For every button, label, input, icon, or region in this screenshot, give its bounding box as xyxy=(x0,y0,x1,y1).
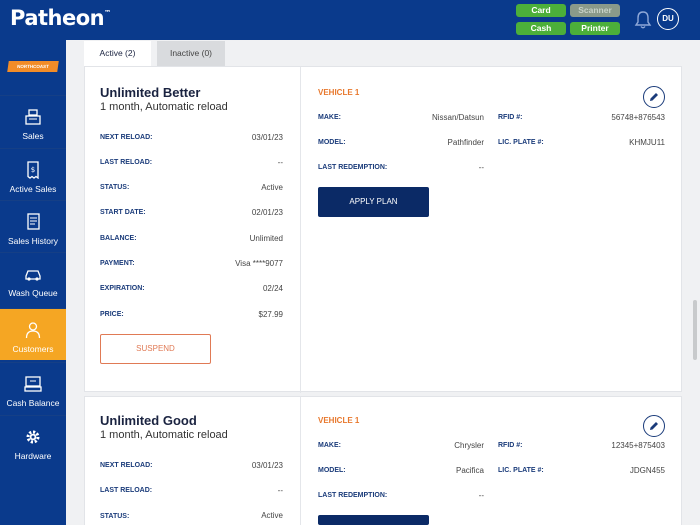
pencil-icon xyxy=(650,93,658,101)
cash-status-pill[interactable]: Cash xyxy=(516,22,566,35)
sidebar-item-active-sales[interactable]: $ Active Sales xyxy=(0,148,66,200)
last-reload-value: -- xyxy=(277,486,283,495)
scrollbar[interactable] xyxy=(693,300,697,360)
next-reload-label: NEXT RELOAD: xyxy=(100,134,153,141)
patheon-logo[interactable]: Patheon™ xyxy=(10,6,111,30)
plate-value: KHMJU11 xyxy=(629,138,665,147)
edit-vehicle-button[interactable] xyxy=(643,86,665,108)
card-divider xyxy=(300,397,301,525)
sidebar-item-customers[interactable]: Customers xyxy=(0,308,66,360)
pencil-icon xyxy=(650,422,658,430)
last-reload-label: LAST RELOAD: xyxy=(100,487,153,494)
status-value: Active xyxy=(261,183,283,192)
register-icon xyxy=(25,109,41,125)
next-reload-value: 03/01/23 xyxy=(251,133,283,142)
sidebar-item-label: Cash Balance xyxy=(6,398,60,408)
plan-title: Unlimited Good xyxy=(100,413,197,428)
person-icon xyxy=(25,322,41,339)
start-date-label: START DATE: xyxy=(100,209,146,216)
rfid-label: RFID #: xyxy=(498,114,523,121)
gear-icon xyxy=(26,430,40,444)
car-icon xyxy=(25,270,41,281)
rfid-value: 12345+875403 xyxy=(611,441,665,450)
rfid-label: RFID #: xyxy=(498,442,523,449)
vehicle-title: VEHICLE 1 xyxy=(318,416,360,425)
cash-register-icon xyxy=(24,376,42,392)
balance-value: Unlimited xyxy=(249,234,283,243)
plan-title: Unlimited Better xyxy=(100,85,201,100)
sidebar: NORTHCOAST Sales $ Active Sales Sales Hi… xyxy=(0,40,66,525)
sidebar-item-label: Hardware xyxy=(14,451,52,461)
plate-value: JDGN455 xyxy=(629,466,665,475)
last-redemption-label: LAST REDEMPTION: xyxy=(318,164,388,171)
make-label: MAKE: xyxy=(318,114,341,121)
card-status-pill[interactable]: Card xyxy=(516,4,566,17)
sidebar-item-label: Sales History xyxy=(7,236,59,246)
model-value: Pathfinder xyxy=(447,138,484,147)
model-value: Pacifica xyxy=(455,466,484,475)
sidebar-item-wash-queue[interactable]: Wash Queue xyxy=(0,252,66,304)
make-value: Nissan/Datsun xyxy=(431,113,484,122)
sidebar-item-hardware[interactable]: Hardware xyxy=(0,415,66,467)
balance-label: BALANCE: xyxy=(100,235,137,242)
receipt-icon: $ xyxy=(27,161,39,179)
sidebar-item-sales-history[interactable]: Sales History xyxy=(0,200,66,252)
price-value: $27.99 xyxy=(258,310,283,319)
model-label: MODEL: xyxy=(318,139,346,146)
expiration-label: EXPIRATION: xyxy=(100,285,145,292)
apply-plan-button[interactable]: APPLY PLAN xyxy=(318,187,429,217)
make-label: MAKE: xyxy=(318,442,341,449)
last-redemption-value: -- xyxy=(478,163,484,172)
last-redemption-value: -- xyxy=(478,491,484,500)
tab-active[interactable]: Active (2) xyxy=(84,41,151,66)
card-divider xyxy=(300,67,301,393)
sidebar-item-label: Active Sales xyxy=(9,184,57,194)
next-reload-value: 03/01/23 xyxy=(251,461,283,470)
sidebar-item-cash-balance[interactable]: Cash Balance xyxy=(0,362,66,414)
sidebar-item-label: Wash Queue xyxy=(8,288,58,298)
plan-subtitle: 1 month, Automatic reload xyxy=(100,429,228,441)
top-bar: Patheon™ Card Scanner Cash Printer DU xyxy=(0,0,700,40)
svg-text:$: $ xyxy=(31,166,35,174)
sidebar-item-label: Sales xyxy=(22,131,44,141)
sidebar-item-sales[interactable]: Sales xyxy=(0,95,66,147)
expiration-value: 02/24 xyxy=(262,284,283,293)
last-redemption-label: LAST REDEMPTION: xyxy=(318,492,388,499)
last-reload-label: LAST RELOAD: xyxy=(100,159,153,166)
next-reload-label: NEXT RELOAD: xyxy=(100,462,153,469)
rfid-value: 56748+876543 xyxy=(611,113,665,122)
make-value: Chrysler xyxy=(454,441,484,450)
user-avatar[interactable]: DU xyxy=(657,8,679,30)
status-value: Active xyxy=(261,511,283,520)
bell-icon[interactable] xyxy=(634,10,652,30)
payment-value: Visa ****9077 xyxy=(235,259,283,268)
tab-inactive[interactable]: Inactive (0) xyxy=(157,41,225,66)
scanner-status-pill[interactable]: Scanner xyxy=(570,4,620,17)
payment-label: PAYMENT: xyxy=(100,260,135,267)
sidebar-item-label: Customers xyxy=(12,344,54,354)
price-label: PRICE: xyxy=(100,311,124,318)
plate-label: LIC. PLATE #: xyxy=(498,467,544,474)
apply-plan-button[interactable] xyxy=(318,515,429,525)
start-date-value: 02/01/23 xyxy=(251,208,283,217)
suspend-button[interactable]: SUSPEND xyxy=(100,334,211,364)
plate-label: LIC. PLATE #: xyxy=(498,139,544,146)
brand-badge: NORTHCOAST xyxy=(7,61,59,72)
printer-status-pill[interactable]: Printer xyxy=(570,22,620,35)
model-label: MODEL: xyxy=(318,467,346,474)
edit-vehicle-button[interactable] xyxy=(643,415,665,437)
vehicle-title: VEHICLE 1 xyxy=(318,88,360,97)
last-reload-value: -- xyxy=(277,158,283,167)
status-label: STATUS: xyxy=(100,513,130,520)
status-label: STATUS: xyxy=(100,184,130,191)
history-icon xyxy=(27,213,40,230)
plan-subtitle: 1 month, Automatic reload xyxy=(100,101,228,113)
